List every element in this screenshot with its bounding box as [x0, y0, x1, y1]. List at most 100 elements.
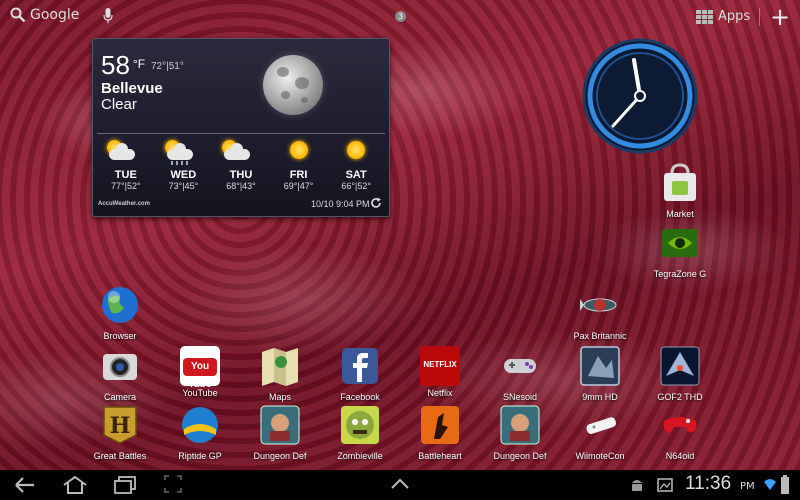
- analog-clock-widget[interactable]: [580, 38, 700, 158]
- wiimote-icon: [586, 417, 617, 434]
- forecast-day: SAT 66°|52°: [327, 139, 385, 191]
- dungeon-defenders-icon: [260, 405, 300, 445]
- app-label: Great Battles: [93, 451, 147, 461]
- app-wiimote-controller[interactable]: WiimoteCon: [560, 405, 640, 461]
- app-n64oid[interactable]: N64oid: [640, 405, 720, 461]
- app-dungeon-defenders-1[interactable]: Dungeon Def: [240, 405, 320, 461]
- system-bar: 11:36 PM: [0, 470, 800, 500]
- app-market[interactable]: Market: [640, 163, 720, 219]
- gallery-notification-icon[interactable]: [657, 477, 673, 493]
- app-label: Battleheart: [418, 451, 462, 461]
- accuweather-logo[interactable]: AccuWeather.com: [98, 201, 150, 207]
- netflix-icon: NETFLIX: [420, 346, 460, 386]
- app-dungeon-defenders-2[interactable]: Dungeon Def: [480, 405, 560, 461]
- app-label: Zombieville: [337, 451, 383, 461]
- app-youtube[interactable]: You Tube YouTube: [160, 346, 240, 398]
- browser-globe-icon: [102, 287, 138, 323]
- app-riptide-gp[interactable]: Riptide GP: [160, 405, 240, 461]
- partly-sunny-icon: [97, 139, 155, 165]
- app-snesoid[interactable]: SNesoid: [480, 346, 560, 402]
- refresh-icon[interactable]: [370, 197, 382, 209]
- apps-button[interactable]: Apps: [696, 9, 750, 24]
- app-pax-britannica[interactable]: Pax Britannic: [560, 285, 640, 341]
- app-label: GOF2 THD: [657, 392, 703, 402]
- forecast-row: TUE 77°|52° WED 73°|45° THU 68°|43° FRI …: [97, 139, 385, 191]
- tegrazone-icon: [662, 229, 698, 257]
- maps-icon: [262, 348, 298, 386]
- temperature-unit: °F: [133, 57, 146, 71]
- app-label: N64oid: [665, 451, 695, 461]
- forecast-day-name: THU: [229, 169, 253, 181]
- back-icon[interactable]: [14, 475, 38, 495]
- svg-text:H: H: [110, 413, 131, 439]
- forecast-day: WED 73°|45°: [155, 139, 213, 191]
- rain-icon: [155, 139, 213, 165]
- weather-city: Bellevue: [101, 80, 163, 97]
- app-label: Dungeon Def: [493, 451, 547, 461]
- battery-icon[interactable]: [780, 475, 790, 495]
- add-widget-icon[interactable]: +: [770, 3, 790, 31]
- forecast-day-high-low: 68°|43°: [226, 181, 256, 191]
- forecast-day: TUE 77°|52°: [97, 139, 155, 191]
- microphone-icon[interactable]: [103, 8, 113, 24]
- app-label: Pax Britannic: [573, 331, 627, 341]
- app-great-battles[interactable]: H Great Battles: [80, 405, 160, 461]
- app-label: Facebook: [340, 392, 380, 402]
- apps-grid-icon: [696, 9, 713, 24]
- app-battleheart[interactable]: Battleheart: [400, 405, 480, 461]
- camera-icon: [103, 354, 137, 380]
- divider: [759, 8, 760, 26]
- forecast-day-high-low: 66°|52°: [341, 181, 371, 191]
- market-icon: [664, 163, 696, 201]
- chevron-up-icon[interactable]: [390, 478, 410, 490]
- dungeon-defenders-icon: [500, 405, 540, 445]
- netflix-logo-text: NETFLIX: [423, 360, 457, 369]
- clock-ampm: PM: [740, 481, 755, 492]
- app-facebook[interactable]: Facebook: [320, 346, 400, 402]
- app-netflix[interactable]: NETFLIX Netflix: [400, 346, 480, 398]
- recent-apps-icon[interactable]: [113, 475, 137, 495]
- partly-sunny-icon: [212, 139, 270, 165]
- riptide-gp-icon: [182, 407, 218, 443]
- app-label: 9mm HD: [582, 392, 618, 402]
- youtube-icon: You Tube: [180, 346, 220, 390]
- weather-updated-time: 10/10 9:04 PM: [311, 199, 370, 209]
- google-search[interactable]: Google: [10, 7, 79, 23]
- app-label: Market: [666, 209, 694, 219]
- app-gof2-thd[interactable]: GOF2 THD: [640, 346, 720, 402]
- gof2-icon: [660, 346, 700, 386]
- home-icon[interactable]: [62, 475, 88, 495]
- app-label: Maps: [268, 392, 291, 402]
- today-high-low: 72°|51°: [151, 61, 184, 72]
- sunny-icon: [327, 139, 385, 165]
- wifi-icon[interactable]: [763, 476, 777, 494]
- clock-time[interactable]: 11:36: [685, 473, 731, 495]
- forecast-day-high-low: 77°|52°: [111, 181, 141, 191]
- 9mm-hd-icon: [580, 346, 620, 386]
- app-browser[interactable]: Browser: [80, 285, 160, 341]
- app-label: WiimoteCon: [575, 451, 625, 461]
- app-label: Riptide GP: [178, 451, 222, 461]
- app-maps[interactable]: Maps: [240, 346, 320, 402]
- top-bar: Google 3 Apps +: [0, 0, 800, 34]
- forecast-day: THU 68°|43°: [212, 139, 270, 191]
- forecast-day: FRI 69°|47°: [270, 139, 328, 191]
- forecast-day-name: WED: [170, 169, 197, 181]
- forecast-day-name: TUE: [114, 169, 137, 181]
- android-debug-icon[interactable]: [630, 477, 644, 493]
- app-zombieville[interactable]: Zombieville: [320, 405, 400, 461]
- weather-widget[interactable]: 58 °F 72°|51° Bellevue Clear TUE 77°|52°…: [92, 38, 390, 217]
- notification-badge[interactable]: 3: [395, 11, 406, 22]
- pax-britannica-icon: [580, 298, 617, 312]
- app-camera[interactable]: Camera: [80, 346, 160, 402]
- app-label: Netflix: [427, 388, 453, 398]
- zombieville-icon: [341, 406, 379, 444]
- moon-icon: [263, 55, 323, 115]
- facebook-icon: [342, 348, 378, 384]
- app-tegrazone[interactable]: TegraZone G: [640, 223, 720, 279]
- apps-label: Apps: [718, 9, 751, 24]
- sunny-icon: [270, 139, 328, 165]
- app-9mm-hd[interactable]: 9mm HD: [560, 346, 640, 402]
- screenshot-icon[interactable]: [164, 475, 182, 493]
- search-icon: [10, 7, 26, 23]
